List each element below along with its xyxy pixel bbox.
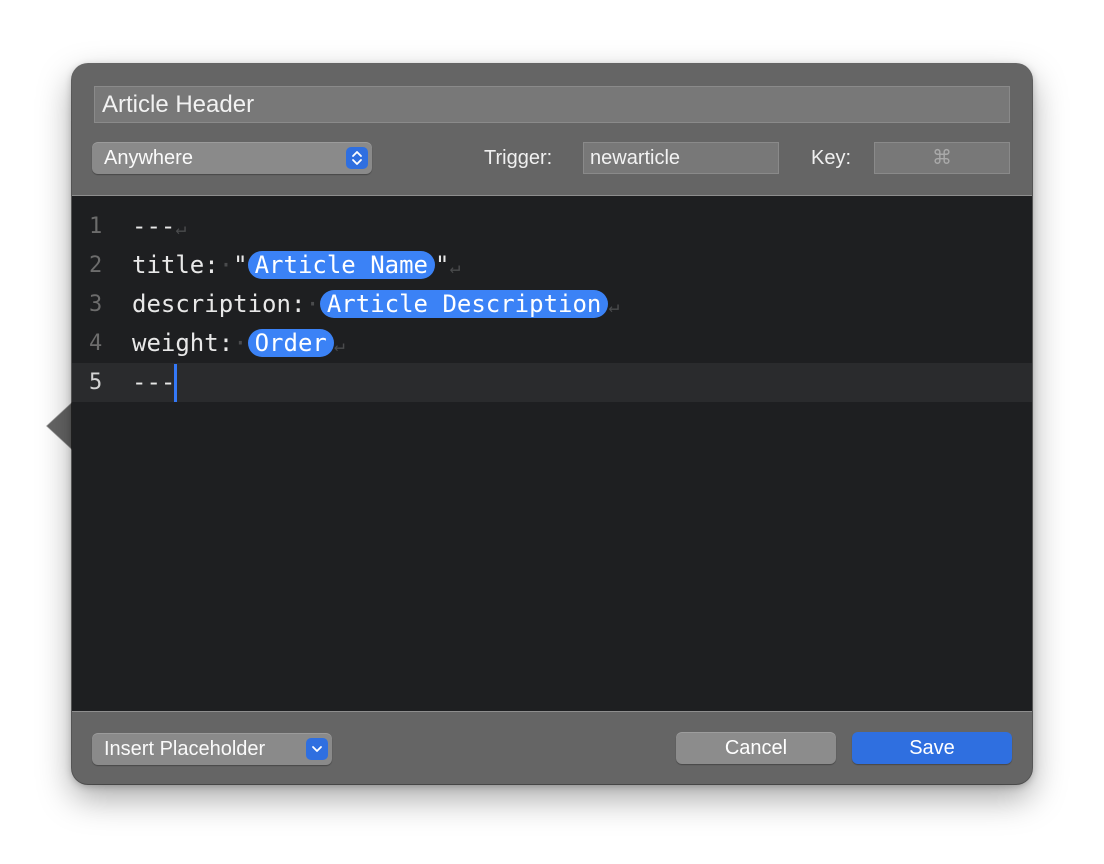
placeholder-token[interactable]: Article Description bbox=[319, 290, 609, 318]
return-glyph: ↵ bbox=[333, 335, 345, 356]
line-number: 5 bbox=[89, 370, 103, 395]
insert-placeholder-label: Insert Placeholder bbox=[104, 738, 266, 760]
key-label: Key: bbox=[811, 147, 852, 169]
up-down-chevron-icon bbox=[346, 147, 368, 169]
placeholder-token[interactable]: Order bbox=[247, 329, 334, 357]
chevron-down-icon bbox=[306, 738, 328, 760]
popover-arrow bbox=[47, 402, 73, 450]
editor-line: 4 weight:· Order ↵ bbox=[72, 324, 1032, 363]
line-text: ---↵ bbox=[132, 212, 187, 240]
editor-line: 1 ---↵ bbox=[72, 207, 1032, 246]
editor-line-current: 5 --- bbox=[72, 363, 1032, 402]
space-glyph: · bbox=[305, 290, 320, 318]
trigger-label: Trigger: bbox=[484, 147, 553, 169]
line-text: --- bbox=[132, 363, 178, 402]
placeholder-token[interactable]: Article Name bbox=[247, 251, 435, 279]
line-text: description:· Article Description ↵ bbox=[132, 290, 620, 318]
cancel-button[interactable]: Cancel bbox=[676, 732, 836, 764]
key-shortcut-field[interactable]: ⌘ bbox=[874, 142, 1010, 174]
snippet-code-editor[interactable]: 1 ---↵ 2 title:·" Article Name "↵ 3 descri… bbox=[72, 195, 1032, 712]
editor-line: 2 title:·" Article Name "↵ bbox=[72, 246, 1032, 285]
space-glyph: · bbox=[233, 329, 248, 357]
insert-placeholder-menu[interactable]: Insert Placeholder bbox=[92, 733, 332, 765]
line-number: 1 bbox=[89, 214, 103, 239]
editor-line: 3 description:· Article Description ↵ bbox=[72, 285, 1032, 324]
scope-select[interactable]: Anywhere bbox=[92, 142, 372, 174]
text-caret bbox=[174, 364, 178, 402]
line-text: weight:· Order ↵ bbox=[132, 329, 345, 357]
save-button[interactable]: Save bbox=[852, 732, 1012, 764]
line-text: title:·" Article Name "↵ bbox=[132, 251, 461, 279]
scope-selected-value: Anywhere bbox=[104, 147, 193, 169]
line-number: 4 bbox=[89, 331, 103, 356]
snippet-panel: Article Header Anywhere Trigger: newarti… bbox=[72, 64, 1032, 784]
line-number: 2 bbox=[89, 253, 103, 278]
snippet-editor-popover: Article Header Anywhere Trigger: newarti… bbox=[0, 0, 1104, 864]
return-glyph: ↵ bbox=[608, 296, 620, 317]
snippet-title-input[interactable]: Article Header bbox=[94, 86, 1010, 123]
trigger-input[interactable]: newarticle bbox=[583, 142, 779, 174]
line-number: 3 bbox=[89, 292, 103, 317]
space-glyph: · bbox=[218, 251, 234, 279]
return-glyph: ↵ bbox=[449, 257, 461, 278]
return-glyph: ↵ bbox=[175, 218, 187, 239]
